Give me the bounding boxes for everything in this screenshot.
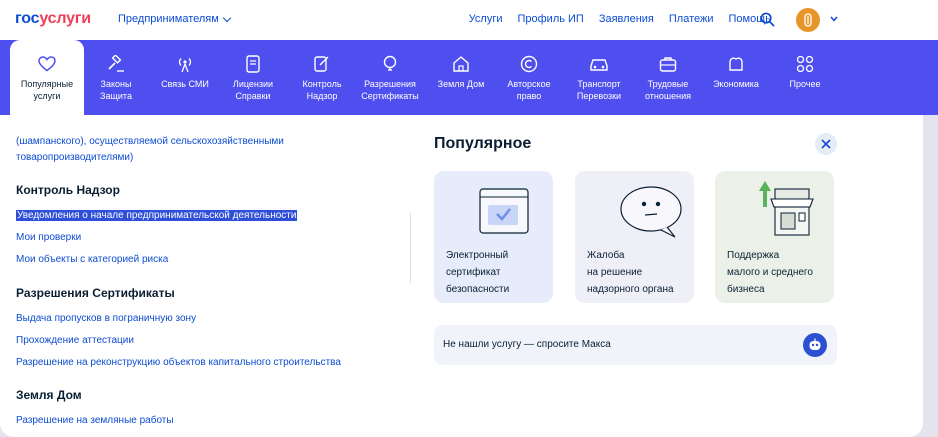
bulb-icon [379,53,401,75]
grid-icon [794,53,816,75]
heart-icon [36,53,58,75]
service-link[interactable]: Мои объекты с категорией риска [16,254,168,265]
nav-payments[interactable]: Платежи [669,13,714,25]
copyright-icon [518,53,540,75]
popular-card-certificate[interactable]: Электронный сертификат безопасности [434,171,553,303]
segment-selector[interactable]: Предпринимателям [118,13,232,25]
gosuslugi-logo[interactable]: госуслуги [15,10,91,28]
scroll-divider[interactable] [410,213,411,283]
category-laws[interactable]: Законы Защита [86,40,146,115]
popular-card-complaint[interactable]: Жалоба на решение надзорного органа [575,171,694,303]
category-transport[interactable]: Транспорт Перевозки [568,40,630,115]
top-nav: Услуги Профиль ИП Заявления Платежи Помо… [469,13,771,25]
section-title-control: Контроль Надзор [16,183,120,197]
service-link[interactable]: Прохождение аттестации [16,335,134,346]
user-emblem-icon [804,13,812,27]
service-link[interactable]: Мои проверки [16,232,81,243]
gavel-icon [105,53,127,75]
ask-text: Не нашли услугу — спросите Макса [443,339,611,350]
check-doc-icon [311,53,333,75]
section-title-permits: Разрешения Сертификаты [16,286,175,300]
popular-title: Популярное [434,135,532,152]
certificate-icon [479,188,529,234]
nav-applications[interactable]: Заявления [599,13,654,25]
house-icon [450,53,472,75]
nav-services[interactable]: Услуги [469,13,503,25]
category-other[interactable]: Прочее [776,40,834,115]
service-link-notification[interactable]: Уведомления о начале предпринимательской… [16,210,298,221]
chevron-down-icon [222,13,232,22]
avatar[interactable] [796,8,820,32]
category-licenses[interactable]: Лицензии Справки [224,40,282,115]
briefcase-icon [657,53,679,75]
category-labor[interactable]: Трудовые отношения [637,40,699,115]
section-title-land: Земля Дом [16,388,82,402]
services-dropdown-panel: (шампанского), осуществляемой сельскохоз… [0,115,923,437]
category-land[interactable]: Земля Дом [430,40,492,115]
category-economy[interactable]: Экономика [706,40,766,115]
card-label: Жалоба на решение надзорного органа [587,250,674,295]
service-link[interactable]: Выдача пропусков в пограничную зону [16,313,196,324]
chevron-down-icon[interactable] [830,16,838,22]
wallet-icon [725,53,747,75]
category-bar: Популярные услуги Законы Защита Связь СМ… [0,40,938,120]
document-icon [242,53,264,75]
shop-icon [759,181,814,236]
service-link[interactable]: Разрешение на земляные работы [16,415,174,426]
category-copyright[interactable]: Авторское право [498,40,560,115]
top-header: госуслуги Предпринимателям Услуги Профил… [0,0,938,40]
service-link[interactable]: товаропроизводителями) [16,152,133,163]
category-media[interactable]: Связь СМИ [150,40,220,115]
service-link[interactable]: Разрешение на реконструкцию объектов кап… [16,357,341,368]
speech-bubble-icon [620,186,682,238]
close-icon [821,139,831,149]
card-label: Поддержка малого и среднего бизнеса [727,250,813,295]
search-icon[interactable] [760,12,775,27]
antenna-icon [174,53,196,75]
category-label: Популярные услуги [20,79,74,101]
category-popular[interactable]: Популярные услуги [10,40,84,120]
segment-label: Предпринимателям [118,13,219,25]
assistant-robot-icon [803,333,827,357]
category-control[interactable]: Контроль Надзор [292,40,352,115]
ask-assistant-banner[interactable]: Не нашли услугу — спросите Макса [434,325,837,365]
service-link[interactable]: (шампанского), осуществляемой сельскохоз… [16,136,284,147]
close-button[interactable] [815,133,837,155]
category-permits[interactable]: Разрешения Сертификаты [355,40,425,115]
card-label: Электронный сертификат безопасности [446,250,510,295]
popular-card-business-support[interactable]: Поддержка малого и среднего бизнеса [715,171,834,303]
nav-profile[interactable]: Профиль ИП [517,13,583,25]
car-icon [588,53,610,75]
